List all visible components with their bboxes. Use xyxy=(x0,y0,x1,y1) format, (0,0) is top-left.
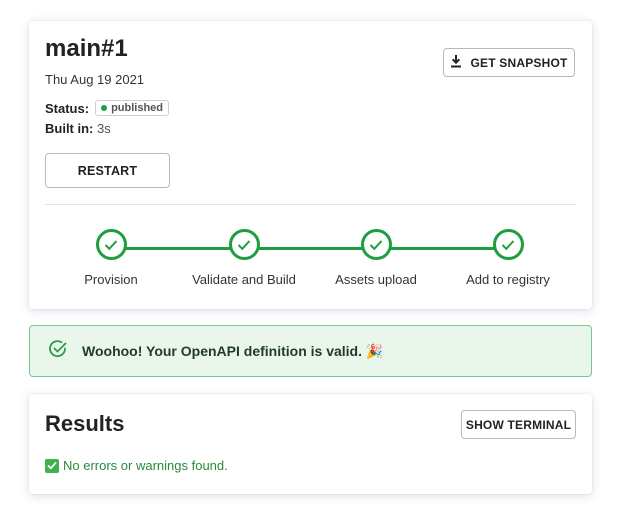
status-value: published xyxy=(111,102,164,114)
step-provision: Provision xyxy=(41,229,181,287)
step-add-to-registry: Add to registry xyxy=(438,229,578,287)
step-label: Provision xyxy=(84,272,138,287)
built-in-row: Built in: 3s xyxy=(45,121,111,136)
build-title: main#1 xyxy=(45,35,128,62)
check-mark-icon xyxy=(45,458,59,473)
alert-message: Woohoo! Your OpenAPI definition is valid… xyxy=(82,342,384,359)
get-snapshot-label: GET SNAPSHOT xyxy=(470,55,568,70)
build-card: main#1 Thu Aug 19 2021 Status: published… xyxy=(29,21,592,309)
results-message: No errors or warnings found. xyxy=(45,458,228,473)
restart-label: RESTART xyxy=(77,163,138,178)
results-message-text: No errors or warnings found. xyxy=(63,458,228,473)
step-check-icon xyxy=(95,229,127,260)
build-date: Thu Aug 19 2021 xyxy=(45,72,145,87)
show-terminal-button[interactable]: SHOW TERMINAL xyxy=(461,410,576,439)
results-card: Results SHOW TERMINAL No errors or warni… xyxy=(29,394,592,494)
get-snapshot-button[interactable]: GET SNAPSHOT xyxy=(443,48,575,77)
status-row: Status: published xyxy=(45,100,170,116)
results-title: Results xyxy=(45,411,125,436)
step-check-icon xyxy=(228,229,260,260)
built-in-label: Built in: xyxy=(45,121,94,136)
show-terminal-label: SHOW TERMINAL xyxy=(465,417,572,432)
step-assets-upload: Assets upload xyxy=(306,229,446,287)
status-badge: published xyxy=(95,100,170,116)
built-in-value: 3s xyxy=(97,121,111,136)
status-label: Status: xyxy=(45,100,90,116)
step-validate-and-build: Validate and Build xyxy=(174,229,314,287)
check-circle-icon xyxy=(48,339,68,364)
success-alert: Woohoo! Your OpenAPI definition is valid… xyxy=(29,325,592,377)
step-label: Add to registry xyxy=(466,272,550,287)
step-check-icon xyxy=(360,229,392,260)
step-label: Assets upload xyxy=(335,272,417,287)
status-dot-icon xyxy=(101,105,108,111)
step-label: Validate and Build xyxy=(192,272,296,287)
divider xyxy=(45,204,576,205)
step-check-icon xyxy=(492,229,524,260)
download-icon xyxy=(450,54,462,71)
restart-button[interactable]: RESTART xyxy=(45,153,170,188)
